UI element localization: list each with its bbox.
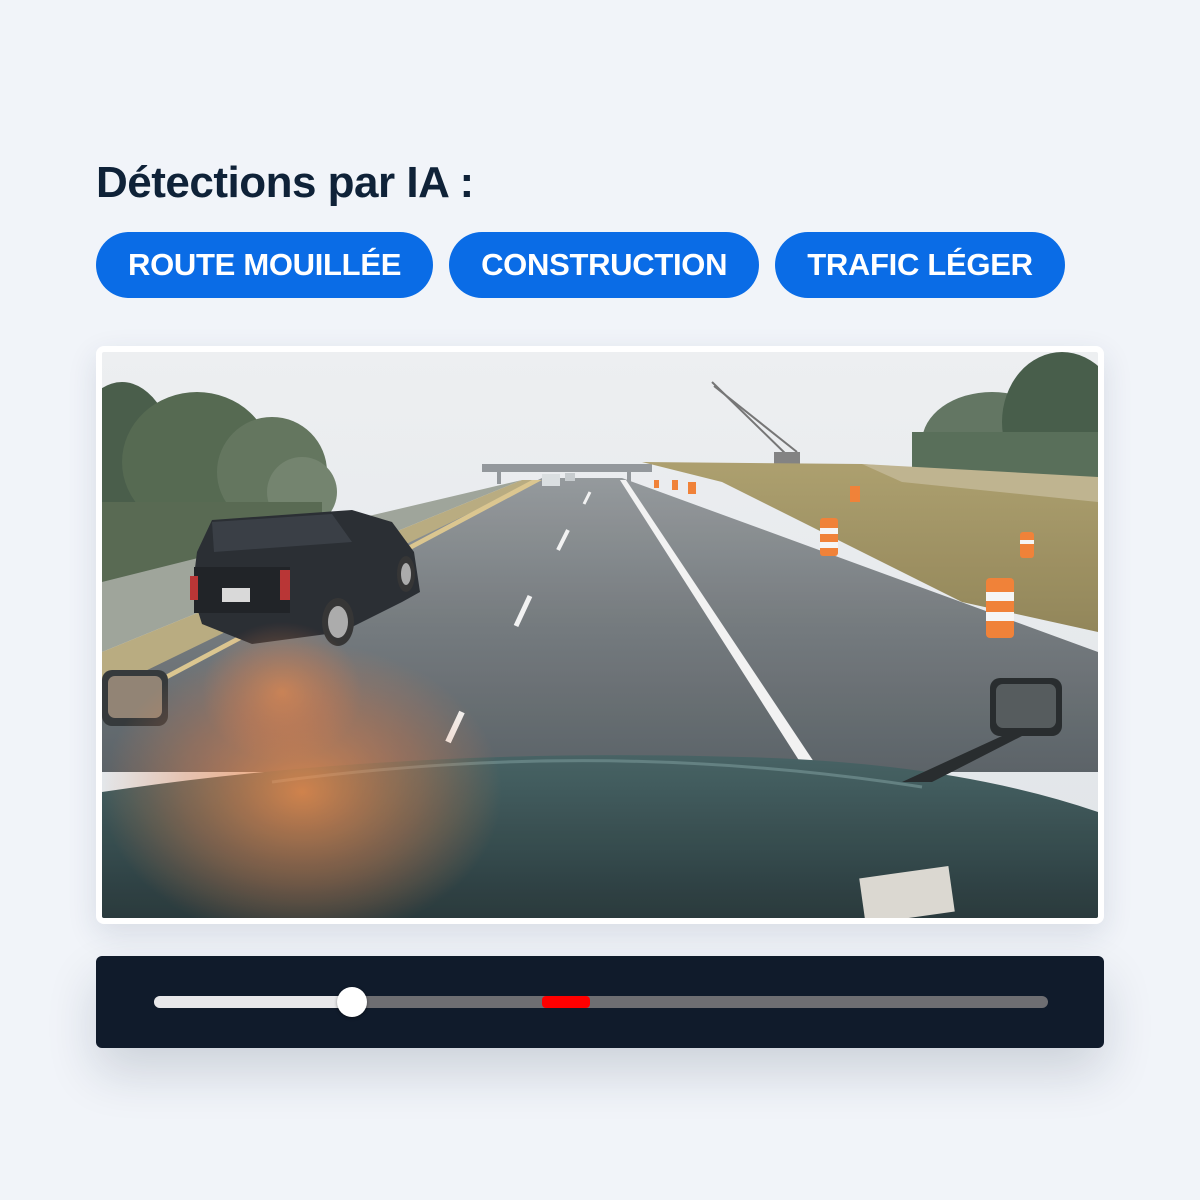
rain-haze — [102, 352, 1098, 918]
timeline-thumb[interactable] — [337, 987, 368, 1017]
video-player-controls — [96, 956, 1104, 1048]
tag-light-traffic[interactable]: TRAFIC LÉGER — [775, 232, 1065, 298]
page: Détections par IA : ROUTE MOUILLÉE CONST… — [0, 0, 1200, 1200]
timeline-track[interactable] — [154, 987, 1048, 1017]
dashcam-video[interactable] — [102, 352, 1098, 918]
video-frame — [96, 346, 1104, 924]
detection-tags: ROUTE MOUILLÉE CONSTRUCTION TRAFIC LÉGER — [96, 232, 1065, 298]
tag-wet-road[interactable]: ROUTE MOUILLÉE — [96, 232, 434, 298]
tag-construction[interactable]: CONSTRUCTION — [449, 232, 760, 298]
page-title: Détections par IA : — [96, 158, 474, 207]
timeline-progress — [154, 996, 353, 1008]
event-marker[interactable] — [541, 996, 590, 1008]
